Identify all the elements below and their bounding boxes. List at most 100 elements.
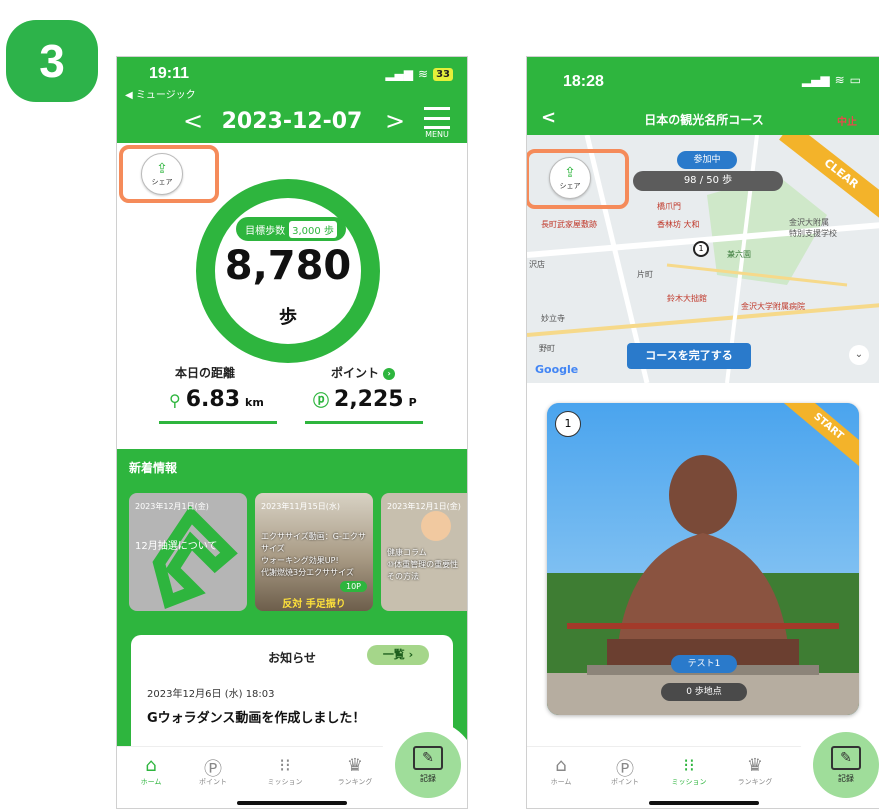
tab-label: ポイント: [199, 778, 227, 786]
map-label: 長町武家屋敷跡: [541, 220, 597, 229]
points-underline: [305, 421, 423, 424]
news-card-date: 2023年11月15日(水): [261, 502, 340, 511]
signal-icon: ▂▄▆: [801, 73, 830, 87]
crown-icon: ♛: [346, 755, 364, 776]
goal-value: 3,000 歩: [289, 220, 337, 238]
tab-label: ホーム: [550, 778, 572, 786]
course-title: 日本の観光名所コース: [644, 113, 764, 127]
points-value-group: ⓟ 2,225 P: [313, 387, 417, 412]
points-unit: P: [408, 396, 417, 409]
wifi-icon: ≋: [418, 67, 429, 81]
status-time: 18:28: [563, 73, 604, 90]
news-card[interactable]: 2023年11月15日(水) エクササイズ動画：G-エクササイズ ウォーキング効…: [255, 493, 373, 611]
news-card[interactable]: 2023年12月1日(金) 12月抽選について: [129, 493, 247, 611]
point-icon: Ⓟ: [616, 759, 634, 780]
map-label: 金沢大学附属病院: [741, 302, 805, 311]
home-icon: ⌂: [555, 755, 567, 776]
distance-value: 6.83: [185, 387, 240, 412]
home-indicator: [649, 801, 759, 805]
back-to-app-link[interactable]: ◀ ミュージック: [125, 86, 196, 101]
distance-unit: km: [245, 396, 264, 409]
points-badge: 10P: [339, 581, 367, 592]
progress-pill: 98 / 50 歩: [633, 171, 783, 191]
pencil-icon: ✎: [413, 746, 443, 770]
quit-button[interactable]: 中止: [837, 113, 857, 128]
tab-label: ランキング: [737, 778, 773, 786]
menu-button[interactable]: MENU: [421, 107, 453, 139]
chevron-right-icon: ›: [383, 367, 396, 380]
notice-all-button[interactable]: 一覧 ›: [367, 645, 429, 665]
tab-label: ミッション: [671, 778, 707, 786]
news-card-text: 12月抽選について: [135, 541, 218, 552]
tab-mission[interactable]: ⁝⁝ ミッション: [661, 755, 717, 787]
tab-home[interactable]: ⌂ ホーム: [533, 755, 589, 787]
goal-steps-pill: 目標歩数 3,000 歩: [236, 217, 346, 241]
share-label: シェア: [151, 177, 173, 186]
tab-points[interactable]: Ⓟ ポイント: [597, 755, 653, 787]
date-navigation: < 2023-12-07 > MENU: [117, 101, 467, 143]
battery-icon: ▭: [849, 73, 861, 87]
crown-icon: ♛: [746, 755, 764, 776]
tab-label: ホーム: [140, 778, 162, 786]
tab-label: ランキング: [337, 778, 373, 786]
point-coin-icon: ⓟ: [313, 391, 330, 410]
footprints-icon: ⁝⁝: [279, 755, 291, 776]
map-marker-1[interactable]: 1: [693, 241, 709, 257]
spot-card[interactable]: START 1 テスト1 0 歩地点: [547, 403, 859, 715]
distance-value-group: ⚲ 6.83 km: [169, 387, 264, 412]
status-icons: ▂▄▆ ≋ ▭: [802, 73, 861, 87]
news-card-caption: 反対 手足振り: [282, 599, 346, 610]
share-icon: ⇪: [564, 164, 576, 181]
tab-mission[interactable]: ⁝⁝ ミッション: [257, 755, 313, 787]
map-label: 妙立寺: [541, 314, 565, 323]
news-card-date: 2023年12月1日(金): [135, 502, 209, 511]
status-time: 19:11: [149, 65, 190, 82]
record-label: 記録: [838, 774, 854, 783]
map-label: 橋爪門: [657, 202, 681, 211]
tab-points[interactable]: Ⓟ ポイント: [185, 755, 241, 787]
menu-icon: [421, 107, 453, 129]
point-icon: Ⓟ: [204, 759, 222, 780]
home-icon: ⌂: [145, 755, 157, 776]
tab-home[interactable]: ⌂ ホーム: [123, 755, 179, 787]
news-card-text: エクササイズ動画：G-エクササイズ ウォーキング効果UP! 代謝燃焼3分エクササ…: [261, 532, 366, 577]
status-icons: ▂▄▆ ≋ 33: [385, 67, 453, 81]
map-label: 兼六園: [727, 250, 751, 259]
share-button[interactable]: ⇪ シェア: [549, 157, 591, 199]
record-button-wrap: ✎ 記録: [795, 720, 879, 808]
spot-name: テスト1: [671, 655, 737, 673]
news-card[interactable]: 2023年12月1日(金) 健康コラム ⑩体重管理の重要性 その方法: [381, 493, 467, 611]
map-label: 金沢大附属 特別支援学校: [789, 218, 837, 238]
spot-number: 1: [555, 411, 581, 437]
battery-icon: 33: [433, 67, 453, 81]
spot-distance: 0 歩地点: [661, 683, 747, 701]
notice-date: 2023年12月6日 (水) 18:03: [147, 689, 275, 700]
goal-label: 目標歩数: [245, 225, 286, 237]
tab-ranking[interactable]: ♛ ランキング: [327, 755, 383, 787]
steps-count: 8,780: [224, 243, 352, 289]
map-label: 野町: [539, 344, 555, 353]
record-button[interactable]: ✎ 記録: [813, 732, 879, 798]
distance-label: 本日の距離: [175, 366, 236, 380]
step-number-badge: 3: [6, 20, 98, 102]
next-date-button[interactable]: >: [385, 107, 405, 135]
share-button[interactable]: ⇪ シェア: [141, 153, 183, 195]
tab-ranking[interactable]: ♛ ランキング: [727, 755, 783, 787]
phone-course-screen: 18:28 ▂▄▆ ≋ ▭ < 日本の観光名所コース 中止 橋爪門 香林坊 大和…: [526, 56, 879, 809]
points-label: ポイント: [331, 366, 380, 380]
character-illustration: [421, 511, 451, 541]
chevron-down-icon[interactable]: ⌄: [849, 345, 869, 365]
points-link[interactable]: ポイント ›: [331, 364, 396, 381]
notice-all-label: 一覧: [382, 648, 405, 661]
joining-badge: 参加中: [677, 151, 737, 169]
complete-course-button[interactable]: コースを完了する: [627, 343, 751, 369]
share-icon: ⇪: [156, 160, 168, 177]
news-card-date: 2023年12月1日(金): [387, 502, 461, 511]
wifi-icon: ≋: [834, 73, 845, 87]
notice-headline[interactable]: Gウォラダンス動画を作成しました！: [147, 707, 365, 726]
map-label: 鈴木大拙館: [667, 294, 707, 303]
news-title: 新着情報: [129, 461, 178, 475]
record-button[interactable]: ✎ 記録: [395, 732, 461, 798]
share-label: シェア: [559, 181, 581, 190]
map-label: 沢店: [529, 260, 545, 269]
